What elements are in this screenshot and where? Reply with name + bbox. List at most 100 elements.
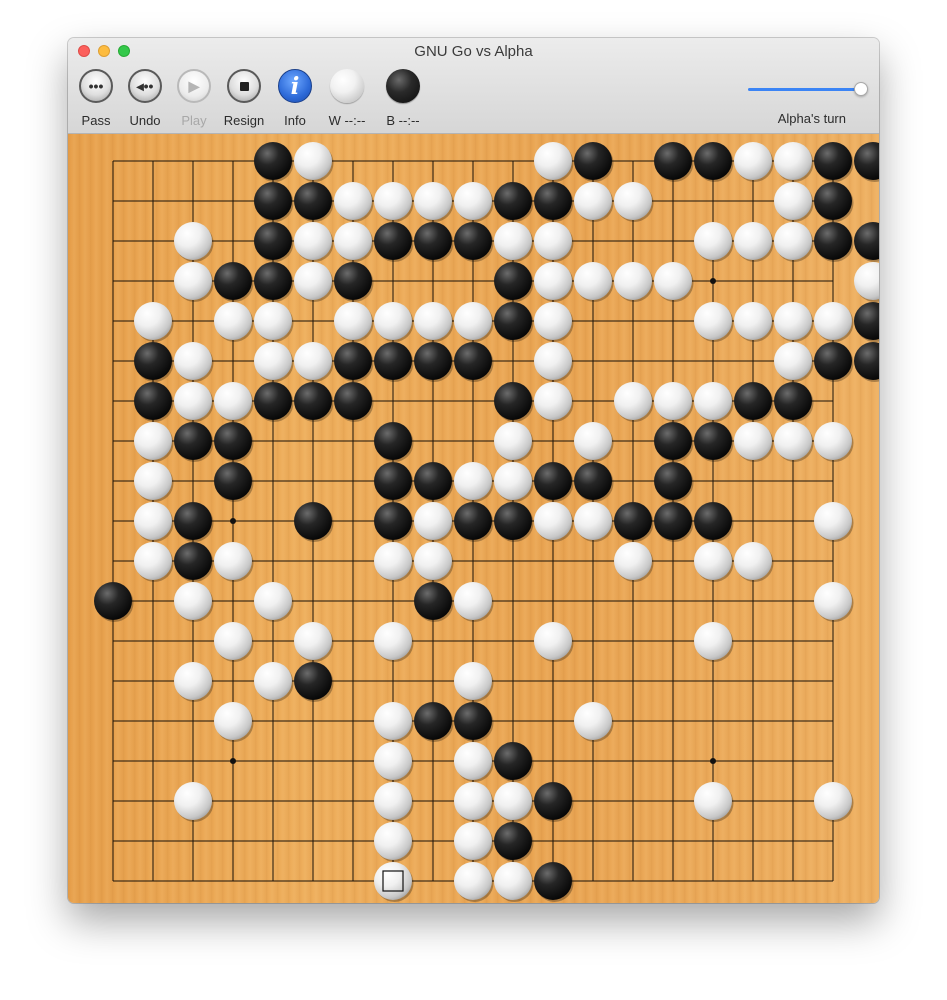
black-stone: [854, 142, 879, 182]
white-stone: [254, 662, 294, 702]
black-stone: [374, 222, 414, 262]
stone-body: [414, 542, 452, 580]
stone-body: [174, 262, 212, 300]
white-stone: [774, 342, 814, 382]
black-stone: [454, 222, 494, 262]
play-icon: ▶: [177, 69, 211, 103]
slider-knob[interactable]: [854, 82, 868, 96]
stone-body: [774, 382, 812, 420]
white-stone: [574, 182, 614, 222]
resign-button[interactable]: Resign: [222, 69, 266, 128]
stone-body: [214, 422, 252, 460]
pass-button[interactable]: ••• Pass: [78, 69, 114, 128]
stone-body: [374, 622, 412, 660]
black-stone: [654, 462, 694, 502]
stone-body: [534, 182, 572, 220]
black-stone: [374, 422, 414, 462]
stone-body: [134, 382, 172, 420]
black-stone: [814, 342, 854, 382]
pass-label: Pass: [81, 113, 111, 128]
stone-body: [374, 822, 412, 860]
stone-body: [654, 502, 692, 540]
stone-body: [494, 502, 532, 540]
stone-body: [374, 302, 412, 340]
stone-body: [414, 462, 452, 500]
stop-icon: [227, 69, 261, 103]
strength-slider[interactable]: [748, 82, 868, 96]
white-stone: [774, 142, 814, 182]
stone-body: [614, 542, 652, 580]
stone-body: [494, 222, 532, 260]
stone-body: [374, 742, 412, 780]
stone-body: [854, 222, 879, 260]
stone-body: [734, 422, 772, 460]
white-stone: [294, 342, 334, 382]
play-button[interactable]: ▶ Play: [176, 69, 212, 128]
black-stone: [774, 382, 814, 422]
info-button[interactable]: i Info: [278, 69, 312, 128]
white-stone: [134, 502, 174, 542]
turn-status: Alpha's turn: [777, 111, 846, 126]
stone-body: [454, 182, 492, 220]
slider-track: [748, 88, 866, 91]
white-clock: W --:--: [328, 113, 366, 128]
stone-body: [534, 382, 572, 420]
black-stone: [414, 222, 454, 262]
white-stone: [294, 262, 334, 302]
star-point: [710, 758, 716, 764]
stone-body: [414, 222, 452, 260]
white-stone: [454, 302, 494, 342]
black-stone: [534, 862, 574, 902]
stone-body: [214, 462, 252, 500]
stone-body: [294, 502, 332, 540]
black-stone: [454, 502, 494, 542]
black-stone: [174, 422, 214, 462]
stone-body: [654, 142, 692, 180]
stone-body: [374, 782, 412, 820]
stone-body: [254, 662, 292, 700]
stone-body: [174, 782, 212, 820]
white-stone: [454, 782, 494, 822]
white-stone: [414, 502, 454, 542]
stone-body: [614, 262, 652, 300]
black-stone: [334, 342, 374, 382]
stone-body: [494, 822, 532, 860]
white-stone: [534, 222, 574, 262]
stone-body: [654, 382, 692, 420]
black-stone: [254, 262, 294, 302]
stone-body: [574, 462, 612, 500]
stone-body: [574, 422, 612, 460]
white-stone: [694, 302, 734, 342]
stone-body: [774, 422, 812, 460]
black-stone: [534, 462, 574, 502]
stone-body: [254, 582, 292, 620]
stone-body: [774, 142, 812, 180]
white-stone: [774, 182, 814, 222]
black-stone: [254, 222, 294, 262]
white-stone: [814, 502, 854, 542]
white-stone: [374, 742, 414, 782]
play-label: Play: [181, 113, 207, 128]
stone-body: [214, 542, 252, 580]
black-stone: [814, 222, 854, 262]
white-stone: [574, 422, 614, 462]
stone-body: [454, 462, 492, 500]
stone-body: [734, 222, 772, 260]
undo-icon: ◂••: [128, 69, 162, 103]
stone-body: [374, 182, 412, 220]
black-stone: [414, 342, 454, 382]
white-stone: [334, 302, 374, 342]
stone-body: [574, 262, 612, 300]
info-icon: i: [278, 69, 312, 103]
stone-body: [694, 502, 732, 540]
stone-body: [774, 222, 812, 260]
undo-button[interactable]: ◂•• Undo: [126, 69, 164, 128]
black-stone: [694, 142, 734, 182]
go-board[interactable]: [68, 134, 879, 903]
stone-body: [814, 422, 852, 460]
white-stone: [494, 862, 534, 902]
board-canvas[interactable]: [68, 134, 879, 903]
stone-body: [374, 502, 412, 540]
stone-body: [134, 302, 172, 340]
black-stone: [494, 182, 534, 222]
